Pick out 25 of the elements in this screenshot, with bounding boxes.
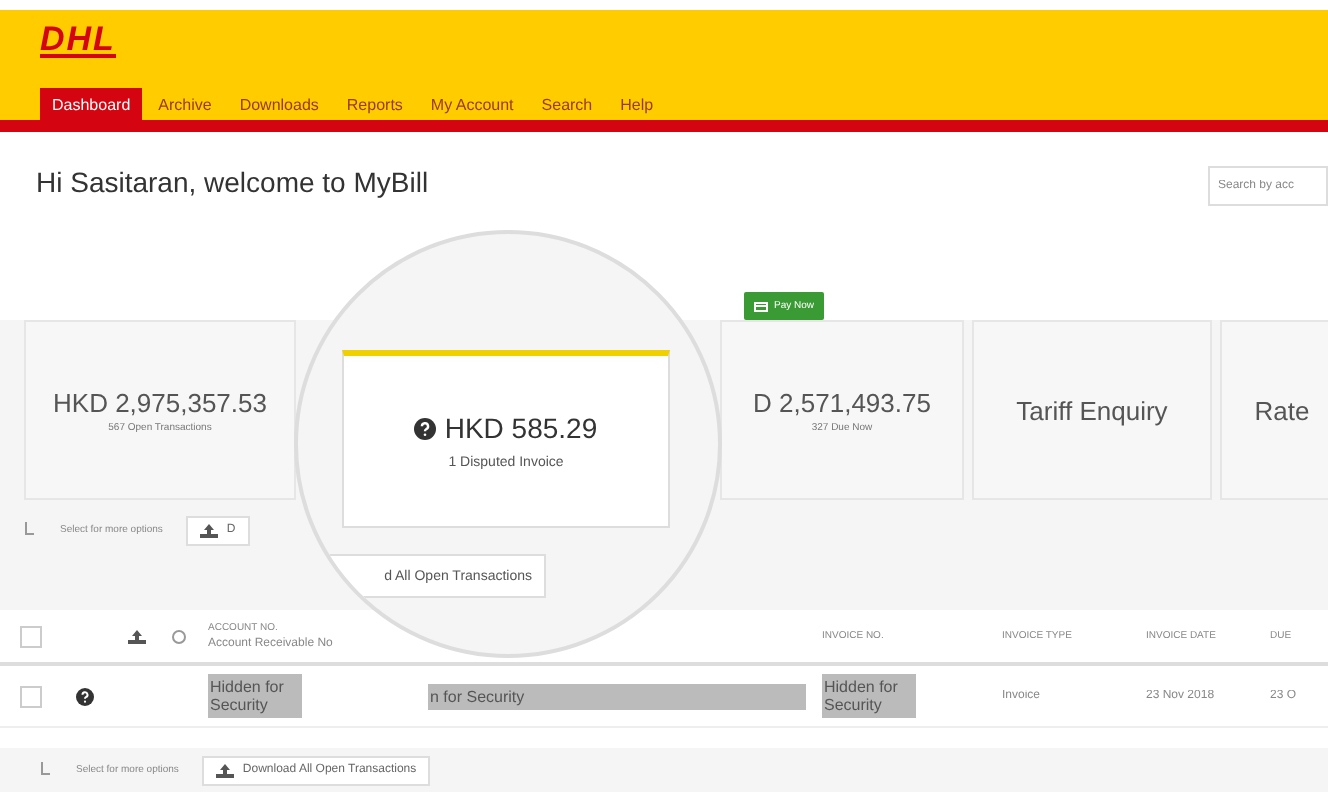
info-icon — [172, 629, 186, 643]
card-amount: D 2,571,493.75 — [753, 387, 931, 417]
card-amount: HKD 585.29 — [444, 412, 598, 444]
logo[interactable]: DHL — [40, 26, 116, 58]
nav-tab[interactable]: Help — [608, 88, 666, 120]
welcome-heading: Hi Sasitaran, welcome to MyBill — [36, 166, 429, 198]
checkbox[interactable] — [20, 625, 42, 647]
table-cell: n for Security — [428, 683, 806, 709]
nav-tab[interactable]: Archive — [146, 88, 224, 120]
summary-card[interactable]: Rate — [1220, 320, 1328, 500]
card-title: Tariff Enquiry — [1016, 395, 1168, 425]
nav-tab[interactable]: Downloads — [227, 88, 331, 120]
summary-card[interactable]: Tariff Enquiry — [972, 320, 1212, 500]
help-icon — [76, 687, 94, 705]
card-amount: HKD 2,975,357.53 — [53, 387, 267, 417]
table-cell: Hidden for Security — [208, 674, 302, 718]
card-icon — [754, 301, 768, 311]
table-cell: Hidden for Security — [822, 674, 916, 718]
checkbox[interactable] — [20, 685, 42, 707]
nav-tab[interactable]: Dashboard — [40, 88, 143, 120]
help-icon — [414, 417, 437, 439]
nav-tab[interactable]: Search — [529, 88, 605, 120]
nav-tab[interactable]: Reports — [334, 88, 415, 120]
nav-tab[interactable]: My Account — [418, 88, 526, 120]
card-title: Rate — [1254, 395, 1310, 425]
